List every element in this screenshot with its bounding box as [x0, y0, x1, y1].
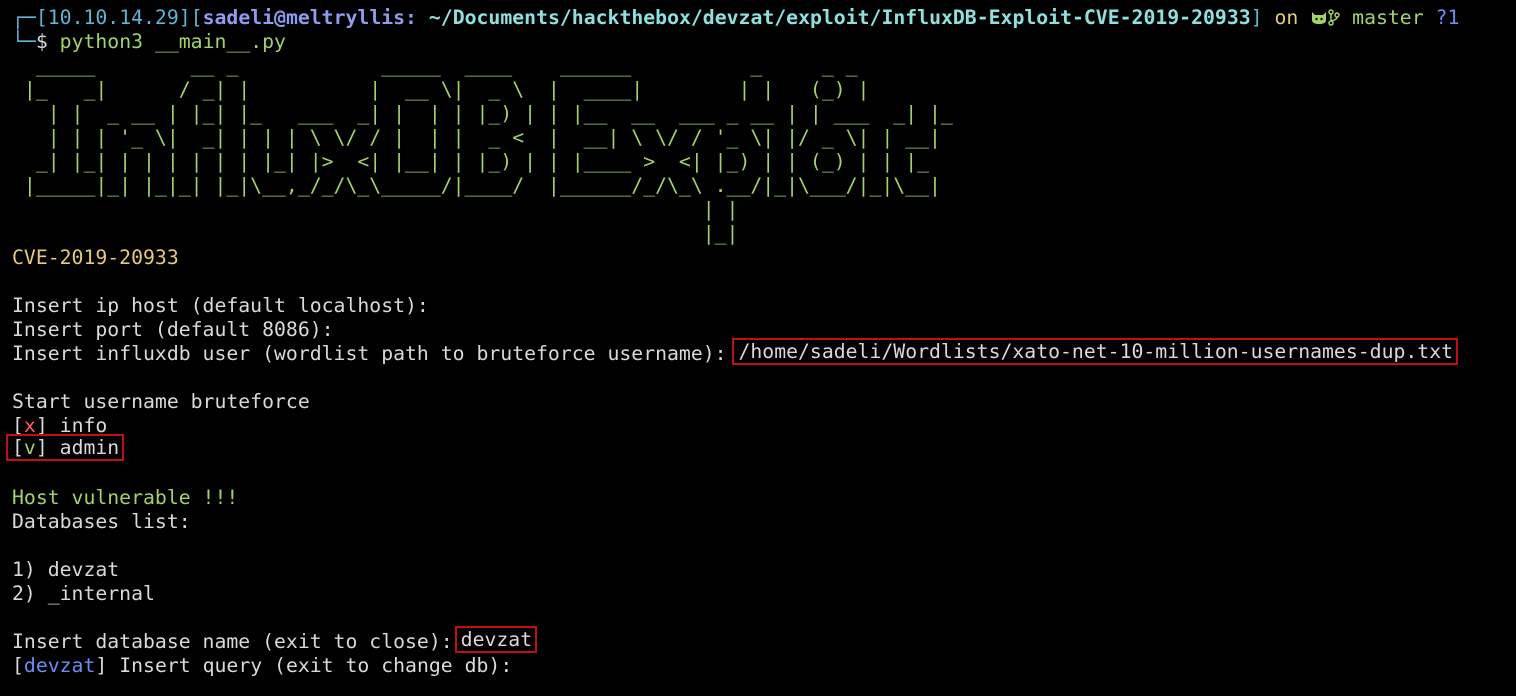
database-name-input[interactable]: devzat — [454, 626, 538, 653]
prompt-line: ┌─[10.10.14.29][sadeli@meltryllis: ~/Doc… — [12, 6, 1516, 30]
success-highlight: [v] admin — [6, 434, 125, 461]
bruteforce-success-line: [v] admin — [6, 434, 1516, 462]
success-username: admin — [47, 436, 120, 459]
prompt-user-host: sadeli@meltryllis: — [202, 6, 417, 29]
banner-line-8: |_| — [12, 222, 739, 245]
prompt-on-word: on — [1274, 6, 1299, 29]
banner-line-5: _| |_| | | | | | | |_| |> <| |__| | |_) … — [12, 150, 930, 173]
banner-line-6: |_____|_| |_|_| |_|\__,_/_/\_\_____/|___… — [12, 174, 941, 197]
ask-db-line: Insert database name (exit to close): dev… — [12, 626, 1516, 654]
prompt-cwd: ~/Documents/hackthebox/devzat/exploit/In… — [428, 6, 1251, 29]
databases-list-header: Databases list: — [12, 510, 191, 533]
prompt-bracket-open: [ — [35, 6, 48, 29]
current-db: devzat — [23, 654, 96, 677]
prompt-corner-top: ┌─ — [12, 6, 36, 29]
ask-user-label: Insert influxdb user (wordlist path to b… — [12, 342, 739, 365]
success-mark: v — [23, 436, 36, 459]
database-item-internal: 2) _internal — [12, 582, 155, 605]
banner-line-2: |_ _| / _| | | __ \| _ \ | ____| | | (_)… — [12, 78, 870, 101]
git-branch-icon — [1328, 6, 1340, 30]
ask-db-label: Insert database name (exit to close): — [12, 630, 453, 653]
banner-line-4: | | | '_ \| _| | | | \ \/ / | | | _ < | … — [12, 126, 941, 149]
command-line: └─$ python3 __main__.py — [12, 30, 1516, 54]
database-item-devzat: 1) devzat — [12, 558, 120, 581]
banner-line-3: | | _ __ | |_| |_ ___ _| | | | |_) | | |… — [12, 102, 953, 125]
banner-line-7: | | — [12, 198, 739, 221]
ask-query-label: Insert query (exit to change db): — [107, 654, 513, 677]
prompt-symbol: $ — [35, 30, 48, 53]
git-status: ?1 — [1435, 6, 1460, 29]
prompt-ip: 10.10.14.29 — [47, 6, 179, 29]
query-prompt-line[interactable]: [devzat] Insert query (exit to change db… — [12, 654, 1516, 678]
bruteforce-fail-line: [x] info — [12, 414, 108, 437]
command-text: python3 __main__.py — [59, 30, 286, 53]
github-cat-icon — [1310, 6, 1328, 30]
git-branch-name: master — [1352, 6, 1424, 29]
prompt-bracket-end: ] — [1250, 6, 1263, 29]
banner-line-1: _____ __ _ _____ ____ ______ _ _ _ — [12, 54, 858, 77]
prompt-corner-bottom: └─ — [12, 30, 36, 53]
vulnerable-message: Host vulnerable !!! — [12, 486, 239, 509]
user-wordlist-input[interactable]: /home/sadeli/Wordlists/xato-net-10-milli… — [732, 338, 1459, 365]
ask-host-line: Insert ip host (default localhost): — [12, 294, 429, 317]
cve-label: CVE-2019-20933 — [12, 246, 179, 269]
terminal-window[interactable]: ┌─[10.10.14.29][sadeli@meltryllis: ~/Doc… — [0, 0, 1516, 696]
bruteforce-start-line: Start username bruteforce — [12, 390, 310, 413]
prompt-bracket-close: ][ — [178, 6, 203, 29]
ask-user-line: Insert influxdb user (wordlist path to b… — [12, 338, 1516, 366]
